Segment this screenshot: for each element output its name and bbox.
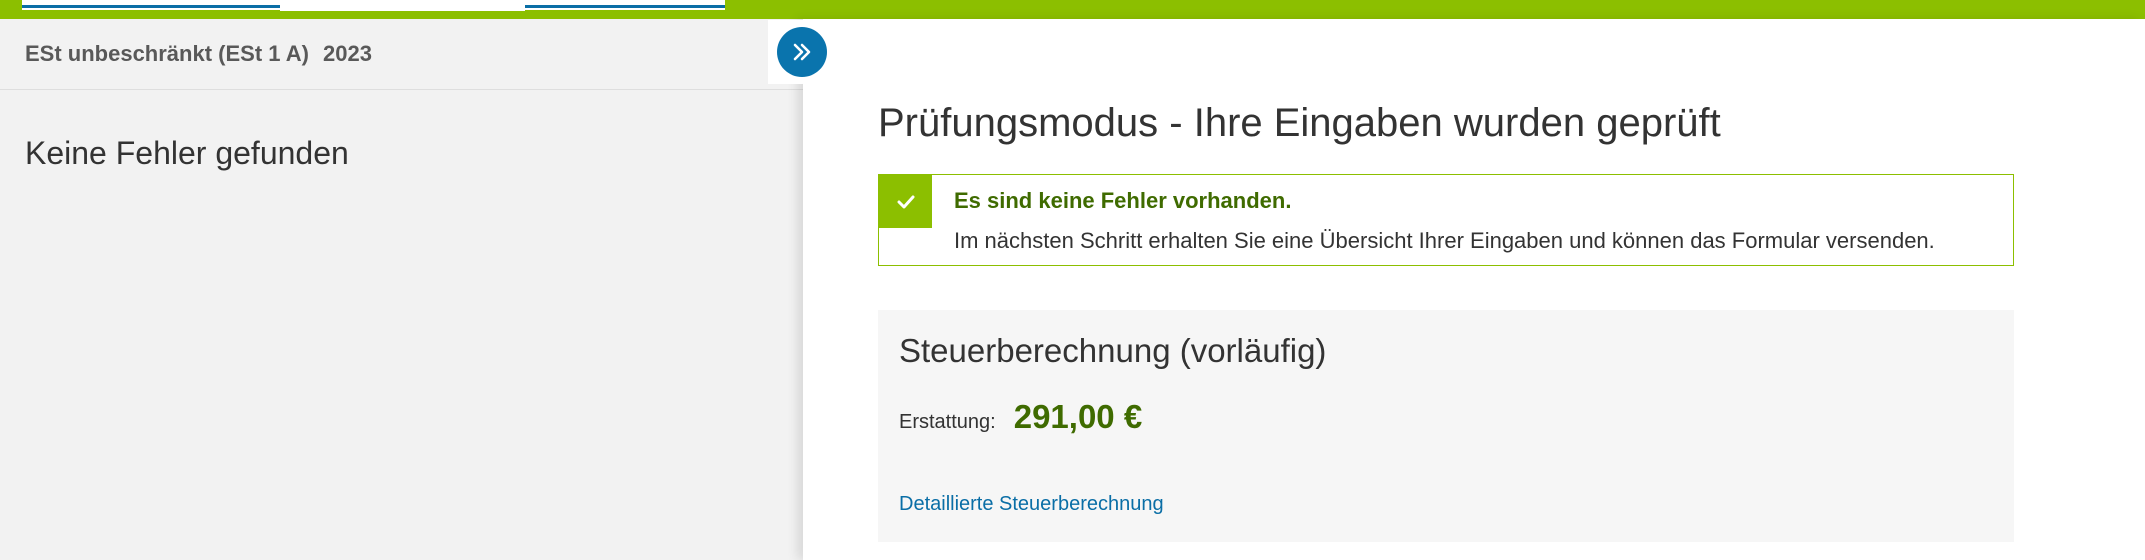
form-year: 2023 — [323, 41, 372, 66]
refund-row: Erstattung: 291,00 € — [899, 398, 1142, 436]
top-active-tab[interactable] — [280, 0, 525, 11]
success-text: Im nächsten Schritt erhalten Sie eine Üb… — [954, 228, 1935, 253]
success-notification: Es sind keine Fehler vorhanden. Im nächs… — [878, 174, 2014, 266]
form-name: ESt unbeschränkt (ESt 1 A) — [25, 41, 310, 66]
double-chevron-right-icon — [793, 43, 811, 61]
left-sidebar-panel: ESt unbeschränkt (ESt 1 A) 2023 Keine Fe… — [0, 19, 803, 560]
tax-calculation-card: Steuerberechnung (vorläufig) Erstattung:… — [878, 310, 2014, 542]
expand-panel-button[interactable] — [777, 27, 827, 77]
detailed-tax-calculation-link[interactable]: Detaillierte Steuerberechnung — [899, 493, 1164, 516]
refund-amount: 291,00 € — [1013, 398, 1143, 435]
no-errors-message: Keine Fehler gefunden — [25, 135, 349, 171]
form-header: ESt unbeschränkt (ESt 1 A) 2023 — [0, 19, 803, 90]
checkmark-icon-box — [879, 175, 932, 228]
tax-calculation-title: Steuerberechnung (vorläufig) — [899, 332, 1327, 369]
page-title: Prüfungsmodus - Ihre Eingaben wurden gep… — [878, 101, 1721, 145]
top-navigation-bar — [0, 0, 2145, 19]
top-tab-left[interactable] — [22, 0, 280, 10]
checkmark-icon — [897, 195, 914, 208]
refund-label: Erstattung: — [899, 411, 996, 433]
top-tab-right[interactable] — [525, 0, 725, 10]
success-title: Es sind keine Fehler vorhanden. — [954, 188, 1292, 213]
